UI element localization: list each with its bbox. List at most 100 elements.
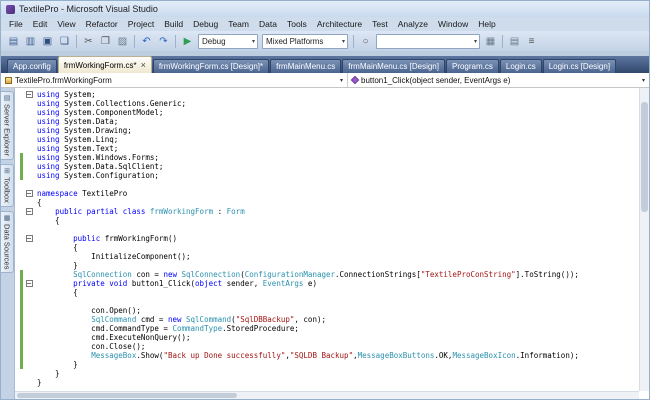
menu-item-test[interactable]: Test	[367, 18, 393, 30]
paste-icon[interactable]: ▨	[114, 33, 131, 49]
code-token: }	[37, 369, 60, 378]
code-line-15: {	[15, 216, 639, 225]
redo-icon[interactable]: ↷	[155, 33, 172, 49]
chevron-down-icon: ▾	[474, 38, 477, 45]
code-token	[37, 315, 91, 324]
change-tracking-bar	[20, 324, 23, 333]
code-token: EventArgs	[263, 279, 304, 288]
code-token: using	[37, 135, 60, 144]
solution-configuration-combo[interactable]: Debug▾	[198, 34, 258, 49]
code-token: using	[37, 126, 60, 135]
code-token: button1_Click(	[127, 279, 195, 288]
menu-item-window[interactable]: Window	[433, 18, 473, 30]
tab-login-cs[interactable]: Login.cs	[500, 59, 542, 73]
change-tracking-bar	[20, 108, 23, 117]
code-token	[37, 351, 91, 360]
tab-frmworkingform-cs[interactable]: frmWorkingForm.cs* ×	[58, 56, 152, 73]
type-selector-dropdown[interactable]: TextilePro.frmWorkingForm ▾	[1, 73, 348, 87]
find-in-files-icon[interactable]: ▦	[482, 33, 499, 49]
undo-icon[interactable]: ↶	[138, 33, 155, 49]
code-line-24	[15, 297, 639, 306]
find-combo[interactable]: ▾	[376, 34, 480, 49]
menu-item-help[interactable]: Help	[473, 18, 500, 30]
close-tab-icon[interactable]: ×	[141, 61, 146, 69]
menu-item-architecture[interactable]: Architecture	[312, 18, 367, 30]
menu-item-edit[interactable]: Edit	[28, 18, 53, 30]
code-token: InitializeComponent();	[37, 252, 191, 261]
member-selector-label: button1_Click(object sender, EventArgs e…	[361, 76, 510, 85]
solution-platform-combo[interactable]: Mixed Platforms▾	[262, 34, 348, 49]
tab-app-config[interactable]: App.config	[7, 59, 57, 73]
find-icon[interactable]: ○	[357, 33, 374, 49]
tab-frmworkingform-cs-design[interactable]: frmWorkingForm.cs [Design]*	[153, 59, 269, 73]
horizontal-scrollbar[interactable]	[15, 391, 639, 399]
code-token: new	[163, 270, 177, 279]
solution-platform-combo-value: Mixed Platforms	[266, 37, 340, 46]
folding-margin: −	[23, 235, 35, 242]
code-token	[37, 279, 73, 288]
title-bar[interactable]: TextilePro - Microsoft Visual Studio	[1, 1, 649, 17]
code-token: Form	[227, 207, 245, 216]
side-tab-label: Toolbox	[3, 177, 12, 203]
code-token: {	[37, 198, 42, 207]
code-token	[37, 234, 73, 243]
code-token: con =	[132, 270, 164, 279]
menu-item-refactor[interactable]: Refactor	[81, 18, 123, 30]
tab-frmmainmenu-cs-design[interactable]: frmMainMenu.cs [Design]	[342, 59, 445, 73]
side-tab-server-explorer[interactable]: ▤Server Explorer	[1, 91, 14, 160]
toolbar-separator	[175, 35, 176, 48]
code-line-31: }	[15, 360, 639, 369]
tab-label: Program.cs	[452, 62, 493, 71]
code-text: using System.Data;	[35, 117, 118, 126]
code-editor[interactable]: −using System;using System.Collections.G…	[15, 88, 649, 399]
add-item-icon[interactable]: ▤	[5, 33, 22, 49]
code-text: using System.Collections.Generic;	[35, 99, 186, 108]
save-icon[interactable]: ▣	[39, 33, 56, 49]
start-debugging-icon[interactable]: ▶	[179, 33, 196, 49]
menu-item-debug[interactable]: Debug	[188, 18, 223, 30]
fold-toggle-icon[interactable]: −	[26, 235, 33, 242]
tab-program-cs[interactable]: Program.cs	[446, 59, 499, 73]
code-token: .Information);	[516, 351, 579, 360]
menu-item-team[interactable]: Team	[223, 18, 254, 30]
fold-toggle-icon[interactable]: −	[26, 280, 33, 287]
code-token: public	[73, 234, 100, 243]
side-tab-data-sources[interactable]: ▦Data Sources	[1, 211, 14, 273]
open-file-icon[interactable]: ▥	[22, 33, 39, 49]
menu-item-view[interactable]: View	[52, 18, 80, 30]
copy-icon[interactable]: ❐	[97, 33, 114, 49]
change-tracking-bar	[20, 225, 23, 234]
menu-item-project[interactable]: Project	[123, 18, 159, 30]
member-selector-dropdown[interactable]: button1_Click(object sender, EventArgs e…	[348, 73, 649, 87]
solution-explorer-icon[interactable]: ▤	[506, 33, 523, 49]
code-text: con.Close();	[35, 342, 145, 351]
code-text: public frmWorkingForm()	[35, 234, 177, 243]
chevron-down-icon: ▾	[340, 77, 343, 84]
code-text: {	[35, 288, 78, 297]
menu-item-build[interactable]: Build	[159, 18, 188, 30]
fold-toggle-icon[interactable]: −	[26, 208, 33, 215]
save-all-icon[interactable]: ❏	[56, 33, 73, 49]
horizontal-scrollbar-thumb[interactable]	[17, 393, 237, 398]
toolbar-separator	[134, 35, 135, 48]
vertical-scrollbar-thumb[interactable]	[641, 102, 648, 212]
fold-toggle-icon[interactable]: −	[26, 190, 33, 197]
code-text: }	[35, 261, 78, 270]
code-token: SqlConnection	[182, 270, 241, 279]
vertical-scrollbar[interactable]	[639, 88, 649, 391]
side-tab-strip: ▤Server Explorer ⊞Toolbox ▦Data Sources	[1, 88, 15, 399]
cut-icon[interactable]: ✂	[80, 33, 97, 49]
menu-item-analyze[interactable]: Analyze	[393, 18, 433, 30]
code-token: }	[37, 378, 42, 387]
properties-window-icon[interactable]: ≡	[523, 33, 540, 49]
tab-label: frmWorkingForm.cs*	[64, 61, 137, 70]
change-tracking-bar	[20, 135, 23, 144]
menu-item-data[interactable]: Data	[254, 18, 282, 30]
tab-frmmainmenu-cs[interactable]: frmMainMenu.cs	[270, 59, 341, 73]
menu-item-tools[interactable]: Tools	[282, 18, 312, 30]
side-tab-toolbox[interactable]: ⊞Toolbox	[1, 164, 14, 207]
tab-login-cs-design[interactable]: Login.cs [Design]	[543, 59, 616, 73]
menu-item-file[interactable]: File	[4, 18, 28, 30]
fold-toggle-icon[interactable]: −	[26, 91, 33, 98]
change-tracking-bar	[20, 369, 23, 378]
